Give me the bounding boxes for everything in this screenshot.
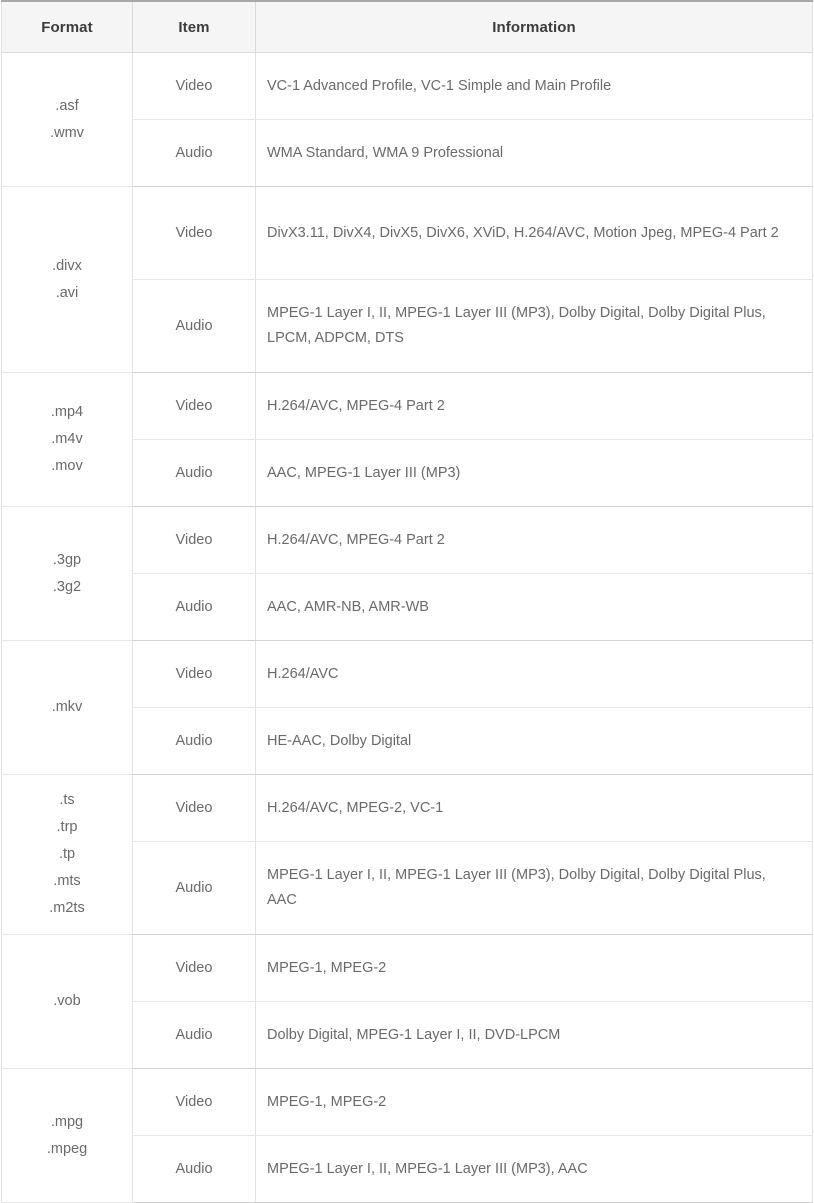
format-extension: .mov [51,458,83,474]
item-cell-audio: Audio [132,573,256,641]
table-row: .vob Video MPEG-1, MPEG-2 [1,934,813,1069]
format-cell: .3gp .3g2 [1,506,133,641]
format-extension: .m4v [51,431,83,447]
table-header: Format Item Information [1,0,813,53]
format-extension: .mpg [50,1113,84,1130]
table-row: .mpg .mpeg Video MPEG-1, MPEG-2 [1,1068,813,1203]
format-cell: .divx .avi [1,186,133,373]
format-extension: .tp [58,846,76,862]
information-cell-audio: MPEG-1 Layer I, II, MPEG-1 Layer III (MP… [255,841,813,935]
format-extension: .mkv [51,699,83,715]
table-row: .3gp .3g2 Video H.264/AVC, MPEG-4 Part 2 [1,506,813,641]
format-extension: .trp [56,819,78,835]
media-format-table-container: Format Item Information .asf .wmv Video VC-… [0,0,814,1203]
format-cell: .ts .trp .tp .mts .m2ts [1,774,133,935]
information-cell-video: H.264/AVC, MPEG-4 Part 2 [255,506,813,574]
format-extension: .m2ts [49,900,85,916]
information-cell-video: VC-1 Advanced Profile, VC-1 Simple and M… [255,52,813,120]
information-cell-video: MPEG-1, MPEG-2 [255,1068,813,1136]
column-header-information: Information [255,0,813,53]
media-format-support-table: Format Item Information .asf .wmv Video VC-… [1,0,813,1203]
item-cell-video: Video [132,52,256,120]
format-extension: .3g2 [52,578,82,595]
item-cell-video: Video [132,186,256,280]
information-cell-video: DivX3.11, DivX4, DivX5, DivX6, XViD, H.2… [255,186,813,280]
item-cell-video: Video [132,640,256,708]
information-cell-video: MPEG-1, MPEG-2 [255,934,813,1002]
item-cell-video: Video [132,372,256,440]
format-extension: .ts [59,792,75,808]
item-cell-audio: Audio [132,119,256,187]
format-extension: .wmv [50,124,84,141]
information-cell-audio: HE-AAC, Dolby Digital [255,707,813,775]
column-header-item: Item [132,0,256,53]
information-cell-audio: AAC, AMR-NB, AMR-WB [255,573,813,641]
table-row: .asf .wmv Video VC-1 Advanced Profile, VC-1… [1,52,813,187]
table-row: .mp4 .m4v .mov Video H.264/AVC, MPEG-4 Part … [1,372,813,507]
table-header-row: Format Item Information [1,0,813,53]
information-cell-audio: WMA Standard, WMA 9 Professional [255,119,813,187]
format-extension: .avi [55,284,79,301]
item-cell-video: Video [132,934,256,1002]
column-header-format: Format [1,0,133,53]
format-extension: .asf [55,97,79,114]
table-row: .mkv Video H.264/AVC [1,640,813,775]
format-extension: .mpeg [46,1140,88,1157]
format-cell: .mpg .mpeg [1,1068,133,1203]
table-body: .asf .wmv Video VC-1 Advanced Profile, VC-1… [1,52,813,1203]
information-cell-video: H.264/AVC, MPEG-4 Part 2 [255,372,813,440]
format-cell: .mp4 .m4v .mov [1,372,133,507]
format-extension: .mts [53,873,81,889]
item-cell-audio: Audio [132,841,256,935]
format-extension: .3gp [52,551,82,568]
table-row: .divx .avi Video DivX3.11, DivX4, DivX5, Di… [1,186,813,373]
item-cell-video: Video [132,774,256,842]
format-cell: .vob [1,934,133,1069]
item-cell-audio: Audio [132,707,256,775]
format-extension: .mp4 [50,404,84,420]
format-extension: .vob [53,993,81,1009]
information-cell-video: H.264/AVC [255,640,813,708]
information-cell-video: H.264/AVC, MPEG-2, VC-1 [255,774,813,842]
item-cell-audio: Audio [132,279,256,373]
item-cell-audio: Audio [132,1001,256,1069]
table-row: .ts .trp .tp .mts .m2ts Video H.264/AVC, MPEG-… [1,774,813,935]
information-cell-audio: MPEG-1 Layer I, II, MPEG-1 Layer III (MP… [255,279,813,373]
information-cell-audio: AAC, MPEG-1 Layer III (MP3) [255,439,813,507]
item-cell-video: Video [132,1068,256,1136]
format-cell: .asf .wmv [1,52,133,187]
information-cell-audio: MPEG-1 Layer I, II, MPEG-1 Layer III (MP… [255,1135,813,1203]
item-cell-audio: Audio [132,439,256,507]
item-cell-audio: Audio [132,1135,256,1203]
format-cell: .mkv [1,640,133,775]
item-cell-video: Video [132,506,256,574]
format-extension: .divx [52,257,82,274]
information-cell-audio: Dolby Digital, MPEG-1 Layer I, II, DVD-L… [255,1001,813,1069]
